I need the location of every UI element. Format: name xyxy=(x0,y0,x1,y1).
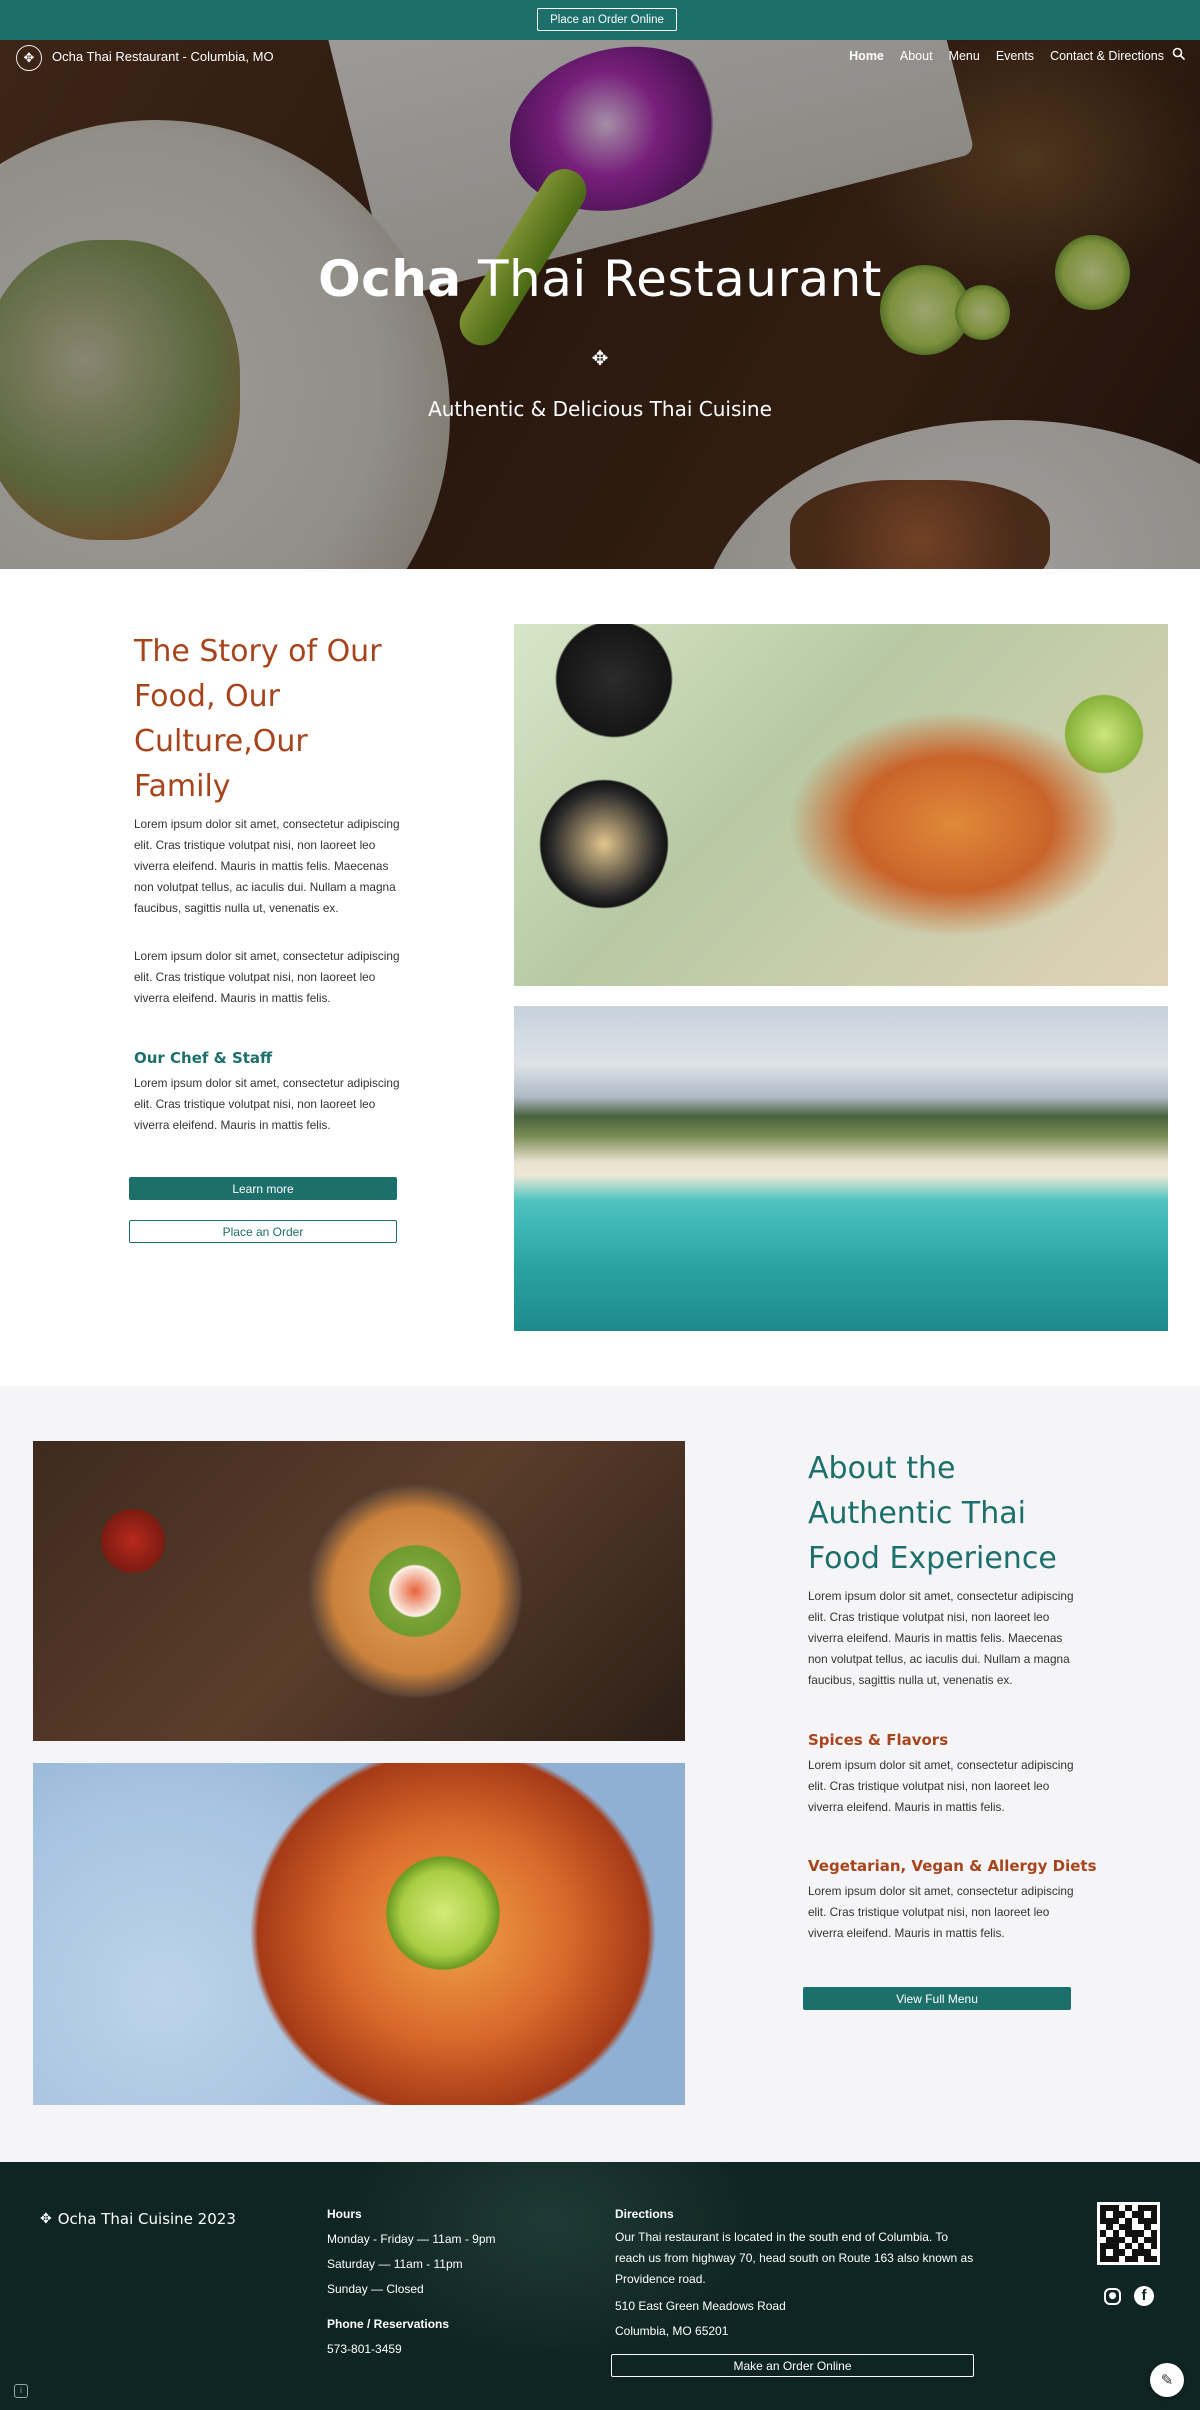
instagram-icon[interactable]: ● xyxy=(1104,2288,1121,2305)
story-heading: The Story of Our Food, Our Culture,Our F… xyxy=(134,634,382,804)
nav-link-home[interactable]: Home xyxy=(849,49,884,63)
hours-saturday: Saturday — 11am - 11pm xyxy=(327,2257,463,2271)
story-section: The Story of Our Food, Our Culture,Our F… xyxy=(0,569,1200,1386)
directions-heading: Directions xyxy=(615,2207,674,2221)
nav-link-events[interactable]: Events xyxy=(996,49,1034,63)
appetizer-photo xyxy=(33,1441,685,1741)
chef-staff-heading: Our Chef & Staff xyxy=(134,1049,273,1067)
nav-link-contact[interactable]: Contact & Directions xyxy=(1050,49,1164,63)
qr-code xyxy=(1097,2202,1160,2265)
story-paragraph: Lorem ipsum dolor sit amet, consectetur … xyxy=(134,1076,400,1132)
about-paragraph: Lorem ipsum dolor sit amet, consectetur … xyxy=(808,1884,1074,1940)
hours-sunday: Sunday — Closed xyxy=(327,2282,424,2296)
hours-block: Hours Monday - Friday — 11am - 9pm Satur… xyxy=(327,2202,496,2362)
view-full-menu-button[interactable]: View Full Menu xyxy=(803,1987,1071,2010)
story-paragraph: Lorem ipsum dolor sit amet, consectetur … xyxy=(134,817,400,915)
make-order-online-button[interactable]: Make an Order Online xyxy=(611,2354,974,2377)
site-title[interactable]: Ocha Thai Restaurant - Columbia, MO xyxy=(52,49,274,64)
edit-icon[interactable]: ✎ xyxy=(1150,2363,1184,2397)
story-paragraph: Lorem ipsum dolor sit amet, consectetur … xyxy=(134,949,400,1005)
pad-thai-photo xyxy=(514,624,1168,986)
top-navigation: ✥ Ocha Thai Restaurant - Columbia, MO Ho… xyxy=(0,40,1200,76)
beach-photo xyxy=(514,1006,1168,1331)
phone-number[interactable]: 573-801-3459 xyxy=(327,2337,496,2362)
phone-heading: Phone / Reservations xyxy=(327,2317,450,2331)
place-order-online-button[interactable]: Place an Order Online xyxy=(537,8,677,31)
about-heading: About the Authentic Thai Food Experience xyxy=(808,1451,1057,1576)
directions-text: Our Thai restaurant is located in the so… xyxy=(615,2230,974,2286)
facebook-icon[interactable]: f xyxy=(1134,2286,1154,2306)
place-order-button[interactable]: Place an Order xyxy=(129,1220,397,1243)
ornament-icon[interactable]: ✥ xyxy=(16,45,42,71)
learn-more-button[interactable]: Learn more xyxy=(129,1177,397,1200)
about-section: About the Authentic Thai Food Experience… xyxy=(0,1386,1200,2162)
footer: ✥ Ocha Thai Cuisine 2023 Hours Monday - … xyxy=(0,2162,1200,2410)
hero-subtitle: Authentic & Delicious Thai Cuisine xyxy=(428,397,772,421)
hours-heading: Hours xyxy=(327,2207,362,2221)
address-line: 510 East Green Meadows Road xyxy=(615,2299,786,2313)
address-line: Columbia, MO 65201 xyxy=(615,2324,729,2338)
nav-link-about[interactable]: About xyxy=(900,49,933,63)
hero-title: Ocha Thai Restaurant xyxy=(318,250,882,308)
spices-heading: Spices & Flavors xyxy=(808,1731,949,1749)
search-icon[interactable] xyxy=(1172,47,1192,67)
ornament-icon: ✥ xyxy=(591,346,609,370)
info-icon[interactable]: i xyxy=(14,2384,28,2398)
curry-soup-photo xyxy=(33,1763,685,2105)
about-paragraph: Lorem ipsum dolor sit amet, consectetur … xyxy=(808,1758,1074,1814)
ornament-icon: ✥ xyxy=(40,2211,52,2227)
about-paragraph: Lorem ipsum dolor sit amet, consectetur … xyxy=(808,1589,1074,1687)
diets-heading: Vegetarian, Vegan & Allergy Diets xyxy=(808,1857,1097,1875)
footer-brand: ✥ Ocha Thai Cuisine 2023 xyxy=(40,2210,236,2228)
hours-weekday: Monday - Friday — 11am - 9pm xyxy=(327,2232,496,2246)
order-bar: Place an Order Online xyxy=(0,0,1200,40)
directions-block: Directions Our Thai restaurant is locate… xyxy=(615,2202,975,2344)
hero-section: Ocha Thai Restaurant ✥ Authentic & Delic… xyxy=(0,40,1200,569)
nav-link-menu[interactable]: Menu xyxy=(949,49,980,63)
